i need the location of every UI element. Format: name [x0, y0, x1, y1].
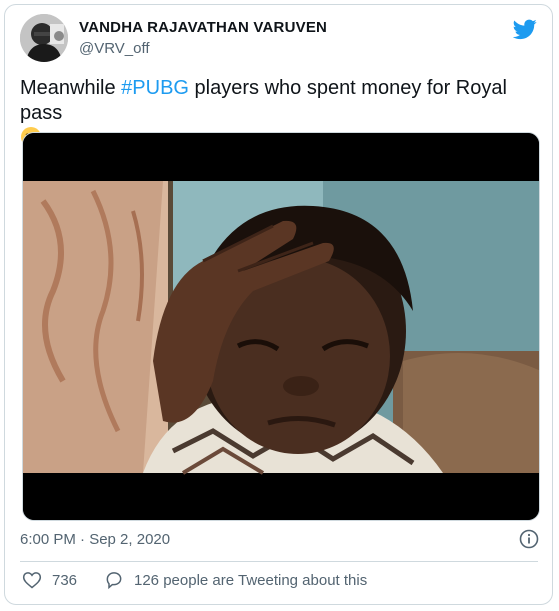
divider: [20, 561, 538, 562]
conversation-link[interactable]: 126 people are Tweeting about this: [104, 570, 367, 590]
hashtag-link[interactable]: #PUBG: [121, 77, 189, 99]
profile-photo-icon: [20, 14, 68, 62]
avatar[interactable]: [20, 14, 68, 62]
like-button[interactable]: 736: [22, 570, 77, 590]
heart-icon: [22, 572, 42, 589]
tweet-media-image[interactable]: [22, 132, 540, 521]
meme-photo-icon: [23, 133, 539, 520]
author-name[interactable]: VANDHA RAJAVATHAN VARUVEN: [79, 19, 327, 36]
author-handle[interactable]: @VRV_off: [79, 40, 150, 57]
info-icon[interactable]: [519, 529, 539, 549]
speech-bubble-icon: [106, 572, 122, 590]
tweet-text-before: Meanwhile: [20, 77, 122, 99]
like-count: 736: [52, 571, 78, 589]
twitter-bird-icon[interactable]: [513, 17, 537, 41]
tweet-timestamp[interactable]: 6:00 PM · Sep 2, 2020: [20, 531, 170, 548]
conversation-text: 126 people are Tweeting about this: [134, 571, 368, 589]
